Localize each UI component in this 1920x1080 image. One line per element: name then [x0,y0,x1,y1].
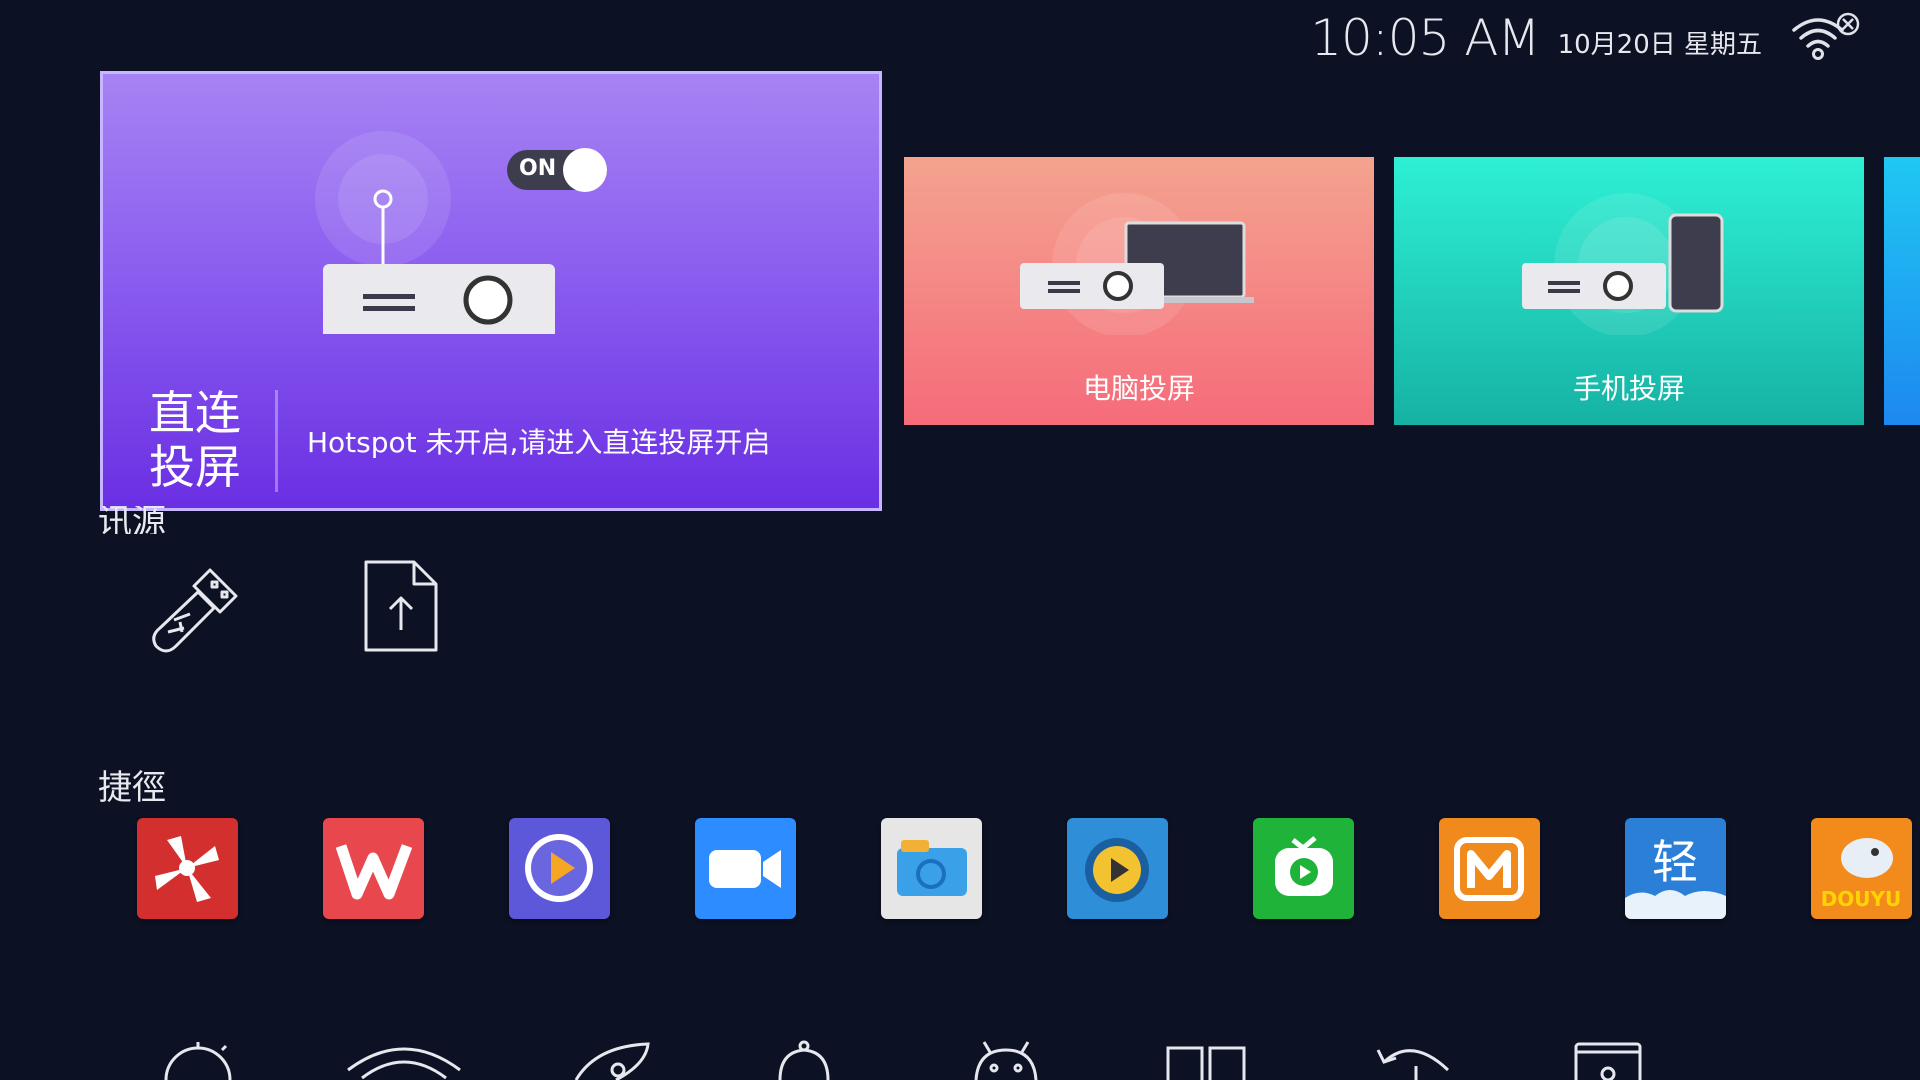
video-camera-icon[interactable] [695,818,796,919]
projector-hotspot-icon [315,131,555,334]
date: 10月20日 星期五 [1557,29,1762,60]
android-icon[interactable] [966,1040,1046,1080]
divider [275,390,278,492]
hotspot-message: Hotspot 未开启,请进入直连投屏开启 [307,426,771,459]
usb-drive-icon[interactable] [146,556,250,660]
shortcuts-section-label: 捷徑 [98,768,166,808]
cat-play-icon[interactable] [1067,818,1168,919]
pinwheel-app-icon[interactable] [137,818,238,919]
more-tile[interactable] [1884,157,1920,425]
folder-icon[interactable] [881,818,982,919]
douyu-icon[interactable]: DOUYU [1811,818,1912,919]
wifi-icon[interactable] [344,1040,464,1080]
svg-text:DOUYU: DOUYU [1821,887,1902,911]
qing-icon[interactable]: 轻 [1625,818,1726,919]
storage-icon[interactable] [1572,1040,1644,1080]
green-tv-icon[interactable] [1253,818,1354,919]
phone-cast-tile[interactable]: 手机投屏 [1394,157,1864,425]
rocket-icon[interactable] [556,1040,656,1080]
wps-icon[interactable] [323,818,424,919]
toggle-label: ON [519,156,557,181]
bell-icon[interactable] [772,1040,836,1080]
video-player-icon[interactable] [509,818,610,919]
projector-laptop-icon [1020,193,1254,335]
hero-title: 直连投屏 [149,386,241,494]
svg-text:轻: 轻 [1652,835,1698,889]
history-icon[interactable] [1372,1040,1462,1080]
wifi-disconnected-icon[interactable] [1788,10,1860,66]
pc-cast-tile[interactable]: 电脑投屏 [904,157,1374,425]
file-upload-icon[interactable] [362,558,442,654]
toggle-switch[interactable]: ON [507,148,607,192]
projector-phone-icon [1522,193,1724,335]
timer-icon[interactable] [158,1040,238,1080]
toggle-knob [563,148,607,192]
direct-cast-tile[interactable]: ON 直连投屏 Hotspot 未开启,请进入直连投屏开启 [100,71,882,511]
phone-cast-label: 手机投屏 [1572,372,1685,405]
pc-cast-label: 电脑投屏 [1082,372,1195,405]
mango-tv-icon[interactable] [1439,818,1540,919]
clock: 10:05 AM [1310,9,1540,67]
split-screen-icon[interactable] [1164,1040,1250,1080]
status-bar: 10:05 AM 10月20日 星期五 [1310,8,1860,68]
